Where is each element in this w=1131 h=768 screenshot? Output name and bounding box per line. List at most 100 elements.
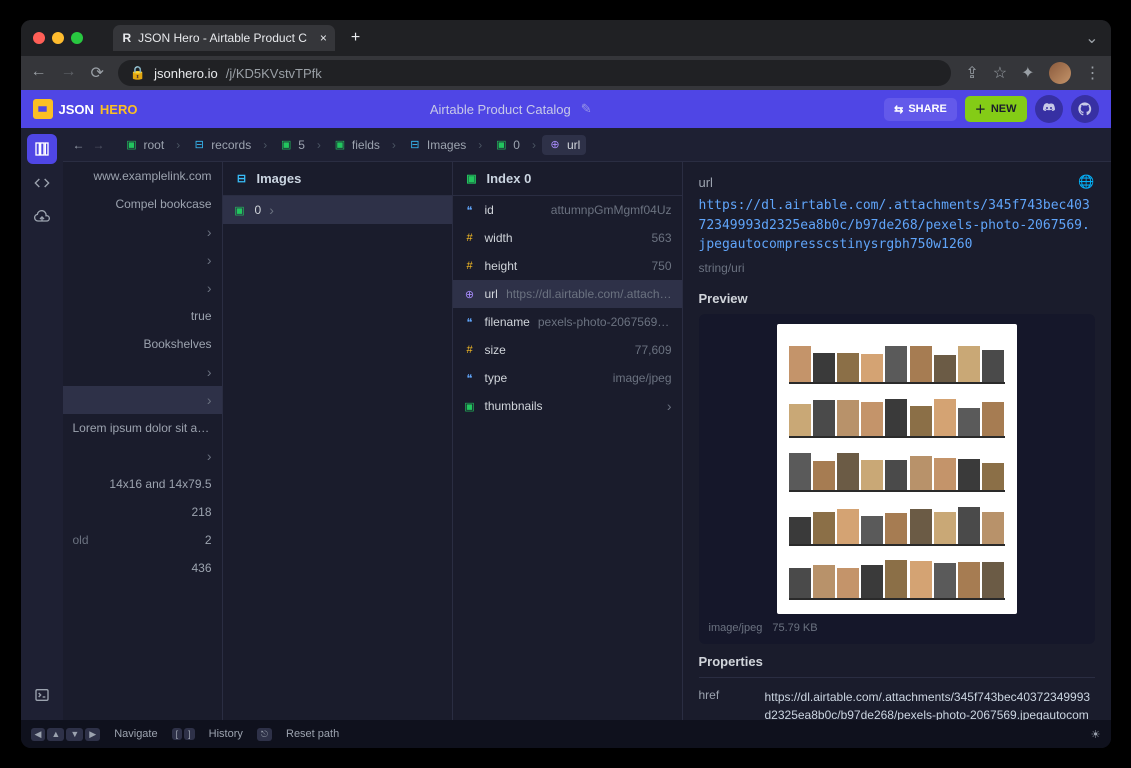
discord-icon[interactable] xyxy=(1035,95,1063,123)
crumb-url[interactable]: ⊕url xyxy=(542,135,586,155)
bracket-keycaps: [] xyxy=(172,728,195,740)
logo[interactable]: JSON HERO xyxy=(33,99,138,119)
list-item[interactable]: Bookshelves xyxy=(63,330,222,358)
github-icon[interactable] xyxy=(1071,95,1099,123)
crumb-records[interactable]: ⊟records xyxy=(186,135,257,155)
logo-text-hero: HERO xyxy=(100,102,138,117)
detail-type: string/uri xyxy=(699,261,1095,275)
extensions-icon[interactable]: ✦ xyxy=(1021,63,1034,83)
footer: ◀▲▼▶ Navigate [] History ⎋ Reset path ☀ xyxy=(21,720,1111,748)
list-item[interactable] xyxy=(63,358,222,386)
url-host: jsonhero.io xyxy=(154,66,218,81)
document-title: Airtable Product Catalog xyxy=(430,102,571,117)
list-item[interactable]: ❝idattumnpGmMgmf04Uz xyxy=(453,196,682,224)
forward-button[interactable]: → xyxy=(61,63,77,83)
sidebar-columns-view[interactable] xyxy=(27,134,57,164)
preview-box: image/jpeg 75.79 KB xyxy=(699,314,1095,644)
column-index0: ▣ Index 0 ❝idattumnpGmMgmf04Uz#width563#h… xyxy=(453,162,683,720)
list-item[interactable] xyxy=(63,246,222,274)
reload-button[interactable]: ⟳ xyxy=(91,63,104,83)
close-tab-icon[interactable]: × xyxy=(320,31,327,45)
breadcrumb-back-icon[interactable]: ← xyxy=(73,138,85,152)
properties-heading: Properties xyxy=(699,654,1095,669)
address-bar[interactable]: 🔒 jsonhero.io/j/KD5KVstvTPfk xyxy=(118,60,951,86)
logo-text-json: JSON xyxy=(59,102,94,117)
browser-tabbar: R JSON Hero - Airtable Product C × + ⌄ xyxy=(21,20,1111,56)
minimize-window-button[interactable] xyxy=(52,32,64,44)
breadcrumb: ← → ▣root› ⊟records› ▣5› ▣fields› ⊟Image… xyxy=(63,128,1111,162)
column-title: Index 0 xyxy=(487,171,532,186)
new-tab-button[interactable]: + xyxy=(351,29,360,47)
footer-reset: Reset path xyxy=(286,728,339,740)
crumb-root[interactable]: ▣root xyxy=(119,135,171,155)
sidebar-cloud-icon[interactable] xyxy=(27,202,57,232)
footer-navigate: Navigate xyxy=(114,728,157,740)
property-row: hrefhttps://dl.airtable.com/.attachments… xyxy=(699,677,1095,721)
maximize-window-button[interactable] xyxy=(71,32,83,44)
list-item[interactable]: #width563 xyxy=(453,224,682,252)
preview-image xyxy=(777,324,1017,614)
edit-title-icon[interactable]: ✎ xyxy=(581,101,592,117)
list-item[interactable]: 218 xyxy=(63,498,222,526)
crumb-5[interactable]: ▣5 xyxy=(273,135,311,155)
crumb-0[interactable]: ▣0 xyxy=(488,135,526,155)
profile-avatar[interactable] xyxy=(1049,62,1071,84)
column-1: www.examplelink.comCompel bookcase trueBo… xyxy=(63,162,223,720)
list-item[interactable] xyxy=(63,218,222,246)
new-button[interactable]: ＋NEW xyxy=(965,96,1027,122)
tab-title: JSON Hero - Airtable Product C xyxy=(138,31,307,45)
list-item[interactable]: ❝typeimage/jpeg xyxy=(453,364,682,392)
lock-icon: 🔒 xyxy=(130,65,146,81)
sidebar-code-view[interactable] xyxy=(27,168,57,198)
app-content: ← → ▣root› ⊟records› ▣5› ▣fields› ⊟Image… xyxy=(21,128,1111,720)
share-page-icon[interactable]: ⇪ xyxy=(965,63,978,83)
list-item[interactable]: Compel bookcase xyxy=(63,190,222,218)
crumb-fields[interactable]: ▣fields xyxy=(327,135,386,155)
column-images: ⊟Images ▣0 xyxy=(223,162,453,720)
list-item[interactable] xyxy=(63,442,222,470)
sidebar-terminal-icon[interactable] xyxy=(27,680,57,710)
sidebar xyxy=(21,128,63,720)
app-header: JSON HERO Airtable Product Catalog ✎ ⇆SHA… xyxy=(21,90,1111,128)
preview-mime: image/jpeg xyxy=(709,622,763,634)
footer-history: History xyxy=(209,728,243,740)
box-icon: ▣ xyxy=(465,172,479,185)
list-item[interactable]: ▣0 xyxy=(223,196,452,224)
archive-icon: ⊟ xyxy=(235,172,249,185)
list-item[interactable]: 14x16 and 14x79.5 xyxy=(63,470,222,498)
esc-keycap: ⎋ xyxy=(257,728,272,741)
list-item[interactable]: ▣thumbnails xyxy=(453,392,682,420)
browser-tab[interactable]: R JSON Hero - Airtable Product C × xyxy=(113,25,335,51)
crumb-images[interactable]: ⊟Images xyxy=(402,135,472,155)
list-item[interactable]: #height750 xyxy=(453,252,682,280)
globe-icon[interactable]: 🌐 xyxy=(1078,174,1094,190)
browser-toolbar: ← → ⟳ 🔒 jsonhero.io/j/KD5KVstvTPfk ⇪ ☆ ✦… xyxy=(21,56,1111,90)
tab-favicon: R xyxy=(123,31,132,45)
list-item[interactable] xyxy=(63,386,222,414)
theme-toggle-icon[interactable]: ☀ xyxy=(1091,728,1101,741)
list-item[interactable]: 436 xyxy=(63,554,222,582)
detail-pane: url 🌐 https://dl.airtable.com/.attachmen… xyxy=(683,162,1111,720)
list-item[interactable]: old2 xyxy=(63,526,222,554)
list-item[interactable]: true xyxy=(63,302,222,330)
share-button[interactable]: ⇆SHARE xyxy=(884,98,957,121)
window-controls xyxy=(33,32,83,44)
list-item[interactable]: #size77,609 xyxy=(453,336,682,364)
list-item[interactable]: ❝filenamepexels-photo-2067569.jpeg?… xyxy=(453,308,682,336)
list-item[interactable]: www.examplelink.com xyxy=(63,162,222,190)
preview-size: 75.79 KB xyxy=(772,622,817,634)
url-path: /j/KD5KVstvTPfk xyxy=(226,66,322,81)
plus-icon: ＋ xyxy=(975,101,986,117)
list-item[interactable] xyxy=(63,274,222,302)
detail-key: url xyxy=(699,175,713,190)
list-item[interactable]: ⊕urlhttps://dl.airtable.com/.attach… xyxy=(453,280,682,308)
chrome-menu-icon[interactable]: ⋮ xyxy=(1085,63,1101,83)
logo-icon xyxy=(33,99,53,119)
tab-overflow-icon[interactable]: ⌄ xyxy=(1085,28,1098,48)
bookmark-icon[interactable]: ☆ xyxy=(993,63,1007,83)
close-window-button[interactable] xyxy=(33,32,45,44)
list-item[interactable]: Lorem ipsum dolor sit am… xyxy=(63,414,222,442)
back-button[interactable]: ← xyxy=(31,63,47,83)
breadcrumb-forward-icon[interactable]: → xyxy=(93,138,105,152)
app-window: R JSON Hero - Airtable Product C × + ⌄ ←… xyxy=(21,20,1111,748)
